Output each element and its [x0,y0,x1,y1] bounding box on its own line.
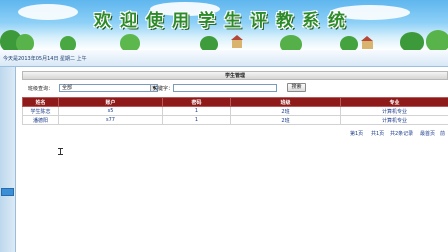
class-query-label: 班级查询： [28,86,54,92]
column-header-account: 账户 [58,97,163,107]
table-header-row: 姓名 账户 密码 班级 专业 [22,97,448,107]
panel-header: 学生管理 [22,71,448,80]
house-decoration [362,41,373,49]
pager-record-count: 共2条记录 [390,131,414,137]
page-title: 欢迎使用学生评教系统 [94,11,354,31]
cell-major: 计算机专业 [340,115,448,125]
roof-decoration [361,36,373,41]
status-bar: 今天是2013年05月14日 星期二 上午 [0,50,448,67]
roof-decoration [231,35,243,40]
tree-decoration [200,36,218,50]
tree-decoration [426,30,448,50]
column-header-name: 姓名 [22,97,59,107]
cell-password: 1 [162,115,231,125]
keyword-label: 关键字： [153,86,174,92]
cell-major: 计算机专业 [340,106,448,116]
pagination: 第1页 共1页 共2条记录 最首页 前 [22,129,448,137]
header-banner: 欢迎使用学生评教系统 [0,0,448,50]
text-cursor-icon [58,148,63,155]
tree-decoration [400,32,424,50]
cell-account: s77 [58,115,163,125]
table-row[interactable]: 学生陈志 s5 1 2班 计算机专业 [22,106,448,116]
cell-account: s5 [58,106,163,116]
cell-name[interactable]: 潘德阳 [22,115,59,125]
student-management-panel: 学生管理 班级查询： 全部 ▼ 关键字： 搜索 姓名 账户 密码 班级 专业 学… [22,71,448,137]
tree-decoration [60,36,76,50]
tree-decoration [280,35,302,50]
column-header-class: 班级 [230,97,341,107]
search-row: 班级查询： 全部 ▼ 关键字： 搜索 [22,82,448,94]
tree-decoration [120,34,140,50]
column-header-major: 专业 [340,97,448,107]
sidebar-item-active[interactable] [1,188,14,196]
pager-first-link[interactable]: 最首页 [420,130,435,137]
keyword-input[interactable] [173,84,277,92]
cell-class: 2班 [230,106,341,116]
pager-prev-link[interactable]: 前 [440,130,445,137]
table-row[interactable]: 潘德阳 s77 1 2班 计算机专业 [22,115,448,125]
house-decoration [232,40,242,48]
pager-current-page: 第1页 [350,131,364,137]
pager-total-pages: 共1页 [371,131,385,137]
tree-decoration [16,34,34,50]
sidebar [0,67,16,252]
search-button[interactable]: 搜索 [287,83,306,92]
cell-class: 2班 [230,115,341,125]
student-table: 姓名 账户 密码 班级 专业 学生陈志 s5 1 2班 计算机专业 潘德阳 s7… [22,97,448,125]
cell-password: 1 [162,106,231,116]
panel-title: 学生管理 [224,73,245,79]
column-header-password: 密码 [162,97,231,107]
tree-decoration [340,36,358,50]
date-status-text: 今天是2013年05月14日 星期二 上午 [3,56,87,62]
class-select[interactable]: 全部 ▼ [59,84,158,92]
cell-name[interactable]: 学生陈志 [22,106,59,116]
class-select-value: 全部 [62,85,73,91]
